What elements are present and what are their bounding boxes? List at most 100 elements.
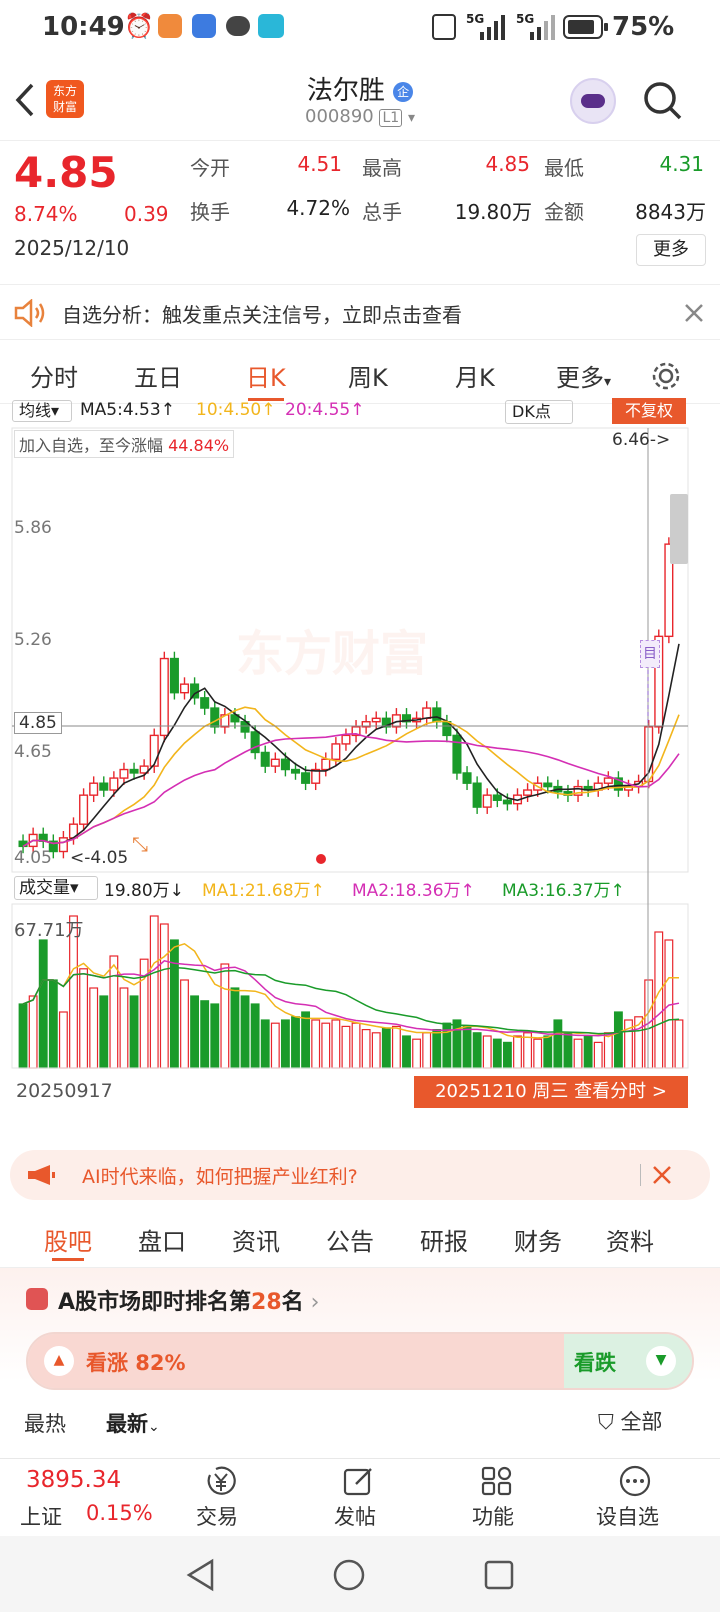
feed-sort-hot[interactable]: 最热 <box>24 1408 66 1438</box>
tab-finance[interactable]: 财务 <box>514 1222 562 1257</box>
search-icon[interactable] <box>642 80 684 122</box>
robot-assistant-icon[interactable] <box>570 78 616 124</box>
index-name[interactable]: 上证 <box>20 1501 62 1531</box>
volume-bar <box>58 1011 68 1069</box>
candle-body <box>321 758 331 771</box>
candle-body <box>210 707 220 728</box>
trade-button[interactable]: 交易 <box>184 1459 256 1537</box>
banner-text: AI时代来临，如何把握产业红利? <box>82 1166 358 1188</box>
volume-bar <box>543 1035 553 1069</box>
tab-5day[interactable]: 五日 <box>134 358 182 393</box>
grid-icon <box>481 1466 512 1496</box>
index-percent[interactable]: 0.15% <box>86 1501 153 1525</box>
function-label: 功能 <box>472 1505 514 1529</box>
volume-label: 总手 <box>362 200 402 224</box>
since-added-box: 加入自选，至今涨幅 44.84% <box>14 430 235 458</box>
nav-home-icon[interactable] <box>332 1558 366 1592</box>
bearish-label: 看跌 <box>574 1351 616 1375</box>
volume-bar <box>210 1003 220 1069</box>
low-value: 4.31 <box>659 152 704 176</box>
gear-icon[interactable] <box>650 360 682 392</box>
post-button[interactable]: 发帖 <box>322 1459 394 1537</box>
candle-body <box>301 772 311 784</box>
alert-bar[interactable]: 自选分析：触发重点关注信号，立即点击查看 <box>0 284 720 340</box>
tab-news[interactable]: 资讯 <box>232 1222 280 1257</box>
function-button[interactable]: 功能 <box>460 1459 532 1537</box>
more-button[interactable]: 更多 <box>636 234 706 266</box>
quote-date: 2025/12/10 <box>14 236 130 260</box>
close-icon[interactable] <box>684 303 704 323</box>
dk-point-button[interactable]: DK点 <box>505 400 573 424</box>
expand-icon[interactable]: ⤡ <box>132 832 148 856</box>
section-tab-indicator <box>52 1258 84 1261</box>
volume-bar <box>180 979 189 1069</box>
tab-orderbook[interactable]: 盘口 <box>138 1222 186 1257</box>
feed-filter-label: 全部 <box>620 1410 663 1434</box>
tab-weekly-k[interactable]: 周K <box>348 358 388 393</box>
view-intraday-button[interactable]: 20251210 周三 查看分时 > <box>414 1076 688 1108</box>
nav-recents-icon[interactable] <box>482 1558 516 1592</box>
tab-daily-k[interactable]: 日K <box>246 358 286 393</box>
volume-bar <box>432 1028 442 1069</box>
turnover-value: 4.72% <box>286 196 350 220</box>
nav-back-icon[interactable] <box>184 1558 218 1592</box>
ai-banner[interactable]: AI时代来临，如何把握产业红利? <box>10 1150 710 1200</box>
tab-monthly-k[interactable]: 月K <box>455 358 495 393</box>
tab-research[interactable]: 研报 <box>420 1222 468 1257</box>
since-added-value: 44.84% <box>168 436 230 455</box>
app-notification-icon <box>158 14 182 38</box>
ma-selector-label: 均线 <box>19 401 52 420</box>
volume-bar <box>28 995 38 1069</box>
add-watchlist-button[interactable]: 设自选 <box>590 1459 680 1537</box>
volume-indicator-selector[interactable]: 成交量▾ <box>14 876 98 900</box>
feed-filter[interactable]: ⛉ 全部 <box>598 1406 662 1436</box>
tab-intraday[interactable]: 分时 <box>30 358 78 393</box>
volume-bar <box>240 995 250 1069</box>
volume-bar <box>361 1028 371 1069</box>
volume-bar <box>371 1032 381 1069</box>
candle-body <box>462 772 472 784</box>
status-bar: 10:49 ⏰ 5G 5G 75% <box>0 0 720 56</box>
scroll-handle[interactable] <box>670 494 688 564</box>
close-icon[interactable] <box>652 1165 672 1185</box>
event-marker[interactable]: 目 <box>640 640 660 668</box>
volume-bar <box>149 915 159 1069</box>
candle-body <box>492 794 502 801</box>
volume-bar <box>331 1019 341 1069</box>
tab-forum[interactable]: 股吧 <box>44 1222 92 1257</box>
sentiment-bar: ▲ 看涨 82% 看跌 ▼ <box>26 1332 694 1390</box>
candle-body <box>371 717 381 723</box>
tab-profile[interactable]: 资料 <box>606 1222 654 1257</box>
rank-title[interactable]: A股市场即时排名第28名 › <box>58 1284 319 1316</box>
chevron-down-icon[interactable]: ▾ <box>408 110 415 126</box>
index-value[interactable]: 3895.34 <box>26 1467 121 1493</box>
volume-bar <box>603 1032 613 1069</box>
trade-label: 交易 <box>196 1505 238 1529</box>
volume-bar <box>482 1035 492 1069</box>
system-nav-bar <box>0 1536 720 1612</box>
candle-body <box>149 734 159 767</box>
message-notification-icon <box>226 16 250 36</box>
start-date: 20250917 <box>16 1080 113 1102</box>
alarm-icon: ⏰ <box>124 12 154 40</box>
bullish-arrow-icon: ▲ <box>44 1346 74 1376</box>
volume-bar <box>109 955 119 1069</box>
signal-icon-1 <box>480 15 505 40</box>
tab-more[interactable]: 更多▾ <box>556 358 611 393</box>
feed-sort-new[interactable]: 最新⌄ <box>106 1408 160 1438</box>
rank-suffix: 名 <box>281 1290 304 1315</box>
banner-divider <box>640 1164 641 1186</box>
more-dots-icon <box>619 1465 651 1497</box>
signal-dot[interactable] <box>316 854 326 864</box>
watermark: 东方财富 <box>236 626 429 682</box>
ma-selector[interactable]: 均线▾ <box>12 400 72 422</box>
volume-bar <box>79 968 89 1069</box>
battery-icon <box>563 15 608 39</box>
period-tabs: 分时 五日 日K 周K 月K 更多▾ <box>0 348 720 404</box>
section-tabs: 股吧 盘口 资讯 公告 研报 财务 资料 <box>0 1208 720 1268</box>
kline-chart-area[interactable]: 均线▾ MA5:4.53↑ 10:4.50↑ 20:4.55↑ DK点 不复权 … <box>0 398 720 1144</box>
volume-bar <box>654 931 664 1069</box>
volume-bar <box>613 1011 623 1069</box>
tab-announcements[interactable]: 公告 <box>326 1222 374 1257</box>
adjust-button[interactable]: 不复权 <box>612 398 686 424</box>
